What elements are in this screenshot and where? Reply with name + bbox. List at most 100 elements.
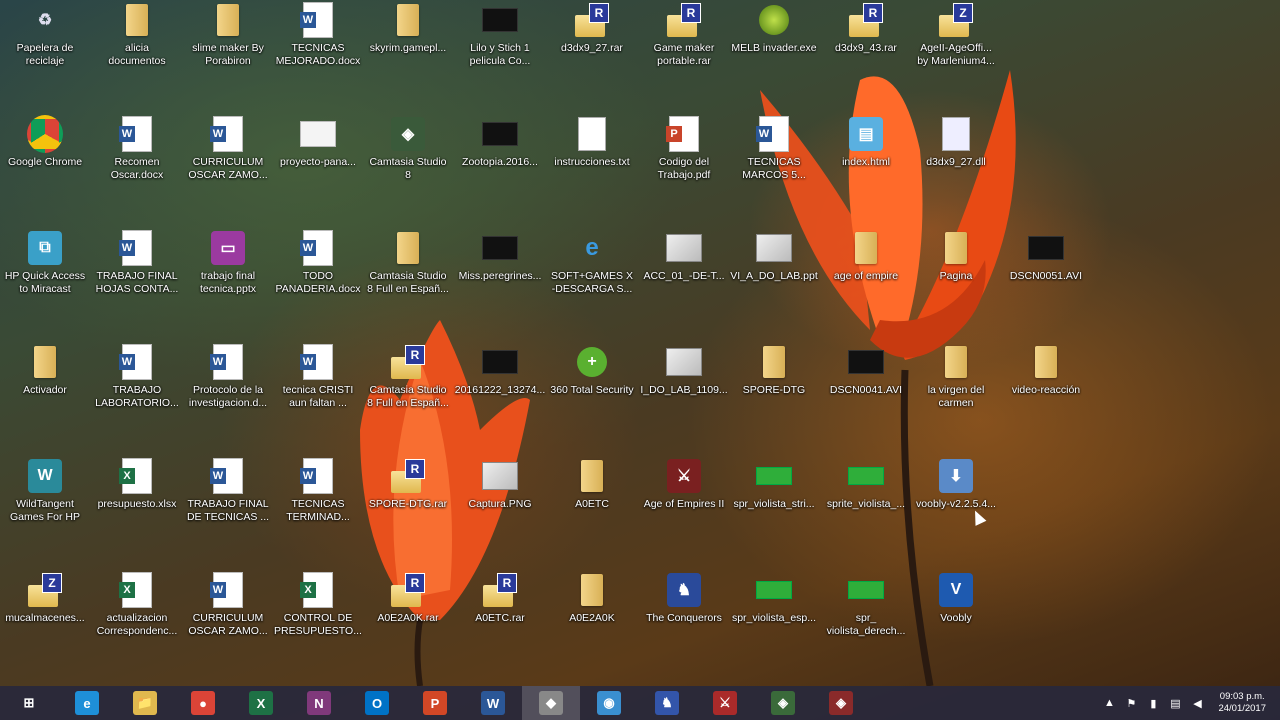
desktop-icon[interactable]: R A0ETC.rar (454, 572, 546, 625)
desktop-icon-label: Camtasia Studio 8 (369, 156, 447, 181)
desktop-icon[interactable]: R A0E2A0K.rar (362, 572, 454, 625)
excel-doc-icon: X (300, 572, 336, 608)
taskbar-outlook[interactable]: O (348, 686, 406, 720)
desktop-icon[interactable]: P Codigo del Trabajo.pdf (638, 116, 730, 182)
desktop-icon-label: CONTROL DE PRESUPUESTO... (274, 612, 362, 637)
desktop-icon[interactable]: alicia documentos (91, 2, 183, 68)
desktop-icon[interactable]: age of empire (820, 230, 912, 283)
desktop-icon[interactable]: +360 Total Security (546, 344, 638, 397)
desktop-icon[interactable]: Xpresupuesto.xlsx (91, 458, 183, 511)
start-button[interactable]: ⊞ (0, 686, 58, 720)
desktop-icon[interactable]: R Game maker portable.rar (638, 2, 730, 68)
desktop-icon[interactable]: Camtasia Studio 8 Full en Españ... (362, 230, 454, 296)
desktop-icon[interactable]: Rd3dx9_43.rar (820, 2, 912, 55)
desktop-icon[interactable]: Pagina (910, 230, 1002, 283)
desktop-icon[interactable]: la virgen del carmen (910, 344, 1002, 410)
desktop-icon[interactable]: SPORE-DTG (728, 344, 820, 397)
clock[interactable]: 09:03 p.m. 24/01/2017 (1218, 691, 1266, 715)
desktop-icon[interactable]: Lilo y Stich 1 pelicula Co... (454, 2, 546, 68)
battery-icon[interactable]: ▮ (1145, 695, 1161, 711)
taskbar-powerpoint[interactable]: P (406, 686, 464, 720)
desktop-icon[interactable]: spr_ violista_derech... (820, 572, 912, 638)
desktop-icon[interactable]: Google Chrome (0, 115, 91, 169)
network-icon[interactable]: ▤ (1167, 695, 1183, 711)
desktop-icon[interactable]: Rd3dx9_27.rar (546, 2, 638, 55)
desktop-icon[interactable]: ACC_01_-DE-T... (638, 230, 730, 283)
taskbar-app-3[interactable]: ♞ (638, 686, 696, 720)
desktop-icon[interactable]: A0E2A0K (546, 572, 638, 625)
volume-icon[interactable]: ◀ (1189, 695, 1205, 711)
desktop-icon[interactable]: proyecto-pana... (272, 116, 364, 169)
desktop-icon-label: WildTangent Games For HP (9, 498, 80, 523)
desktop-icon[interactable]: Wtecnica CRISTI aun faltan ... (272, 344, 364, 410)
desktop-icon[interactable]: ⚔ Age of Empires II (638, 458, 730, 511)
desktop-icon[interactable]: ♻ Papelera de reciclaje (0, 2, 91, 68)
desktop-icon[interactable]: ◈ Camtasia Studio 8 (362, 116, 454, 182)
desktop-icon[interactable]: ▤ index.html (820, 116, 912, 169)
desktop-icon[interactable]: ♞ The Conquerors (638, 572, 730, 625)
desktop-icon[interactable]: W CURRICULUM OSCAR ZAMO... (182, 116, 274, 182)
desktop-icon[interactable]: skyrim.gamepl... (362, 2, 454, 55)
desktop-icon[interactable]: Activador (0, 344, 91, 397)
desktop-icon[interactable]: slime maker By Porabiron (182, 2, 274, 68)
desktop-icon[interactable]: Zmucalmacenes... (0, 572, 91, 625)
desktop-icon[interactable]: R SPORE-DTG.rar (362, 458, 454, 511)
taskbar-app-6[interactable]: ◈ (812, 686, 870, 720)
desktop-icon[interactable]: spr_violista_esp... (728, 572, 820, 625)
desktop-icon[interactable]: 20161222_13274... (454, 344, 546, 397)
desktop-icon[interactable]: d3dx9_27.dll (910, 116, 1002, 169)
desktop-icon[interactable]: X CONTROL DE PRESUPUESTO... (272, 572, 364, 638)
desktop-icon[interactable]: Z AgeII-AgeOffi... by Marlenium4... (910, 2, 1002, 68)
sprite-icon (756, 458, 792, 494)
desktop-icon[interactable]: I_DO_LAB_1109... (638, 344, 730, 397)
desktop-icon-label: tecnica CRISTI aun faltan ... (282, 384, 354, 409)
desktop-icon[interactable]: W WildTangent Games For HP (0, 458, 91, 524)
desktop-icon[interactable]: spr_violista_stri... (728, 458, 820, 511)
folder-icon (1028, 344, 1064, 380)
desktop-icon[interactable]: W TECNICAS TERMINAD... (272, 458, 364, 524)
desktop-icon-label: ACC_01_-DE-T... (643, 270, 725, 282)
desktop-icon[interactable]: ⬇ voobly-v2.2.5.4... (910, 458, 1002, 511)
taskbar-chrome[interactable]: ● (174, 686, 232, 720)
taskbar-app-4[interactable]: ⚔ (696, 686, 754, 720)
desktop-icon[interactable]: W Protocolo de la investigacion.d... (182, 344, 274, 410)
desktop-icon[interactable]: W TRABAJO FINAL HOJAS CONTA... (91, 230, 183, 296)
taskbar-app-2[interactable]: ◉ (580, 686, 638, 720)
desktop-icon[interactable]: W TRABAJO LABORATORIO... (91, 344, 183, 410)
taskbar-ie[interactable]: e (58, 686, 116, 720)
desktop-icon[interactable]: ▭ trabajo final tecnica.pptx (182, 230, 274, 296)
desktop-icon[interactable]: A0ETC (546, 458, 638, 511)
desktop-icon[interactable]: VI_A_DO_LAB.ppt (728, 230, 820, 283)
desktop-icon[interactable]: W TECNICAS MARCOS 5... (728, 116, 820, 182)
taskbar-file-explorer[interactable]: 📁 (116, 686, 174, 720)
desktop-icon[interactable]: W Recomen Oscar.docx (91, 116, 183, 182)
desktop-icon-label: d3dx9_27.rar (561, 42, 623, 54)
desktop-icon[interactable]: V Voobly (910, 572, 1002, 625)
desktop-icon[interactable]: e SOFT+GAMES X -DESCARGA S... (546, 230, 638, 296)
desktop-icon[interactable]: Captura.PNG (454, 458, 546, 511)
taskbar-word[interactable]: W (464, 686, 522, 720)
desktop-icon[interactable]: Xactualizacion Correspondenc... (91, 572, 183, 638)
desktop-icon[interactable]: instrucciones.txt (546, 116, 638, 169)
desktop-icon[interactable]: W CURRICULUM OSCAR ZAMO... (182, 572, 274, 638)
desktop-icon-label: Google Chrome (7, 156, 83, 168)
desktop-icon[interactable]: MELB invader.exe (728, 2, 820, 55)
taskbar-app-5[interactable]: ◈ (754, 686, 812, 720)
desktop-icon[interactable]: sprite_violista_... (820, 458, 912, 511)
flag-icon[interactable]: ⚑ (1123, 695, 1139, 711)
taskbar-onenote[interactable]: N (290, 686, 348, 720)
desktop-icon[interactable]: W TODO PANADERIA.docx (272, 230, 364, 296)
taskbar-app-1[interactable]: ◆ (522, 686, 580, 720)
desktop-icon[interactable]: Miss.peregrines... (454, 230, 546, 283)
chevron-up-icon[interactable]: ▲ (1101, 695, 1117, 711)
desktop-icon[interactable]: DSCN0051.AVI (1000, 230, 1092, 283)
desktop-icon[interactable]: video-reacción (1000, 344, 1092, 397)
taskbar-excel[interactable]: X (232, 686, 290, 720)
desktop-icon[interactable]: Zootopia.2016... (454, 116, 546, 169)
desktop-icon[interactable]: ⧉ HP Quick Access to Miracast (0, 230, 91, 296)
desktop-icon[interactable]: DSCN0041.AVI (820, 344, 912, 397)
windows-logo-icon: ⊞ (23, 695, 35, 710)
desktop-icon[interactable]: R Camtasia Studio 8 Full en Españ... (362, 344, 454, 410)
desktop-icon[interactable]: W TECNICAS MEJORADO.docx (272, 2, 364, 68)
desktop-icon[interactable]: W TRABAJO FINAL DE TECNICAS ... (182, 458, 274, 524)
